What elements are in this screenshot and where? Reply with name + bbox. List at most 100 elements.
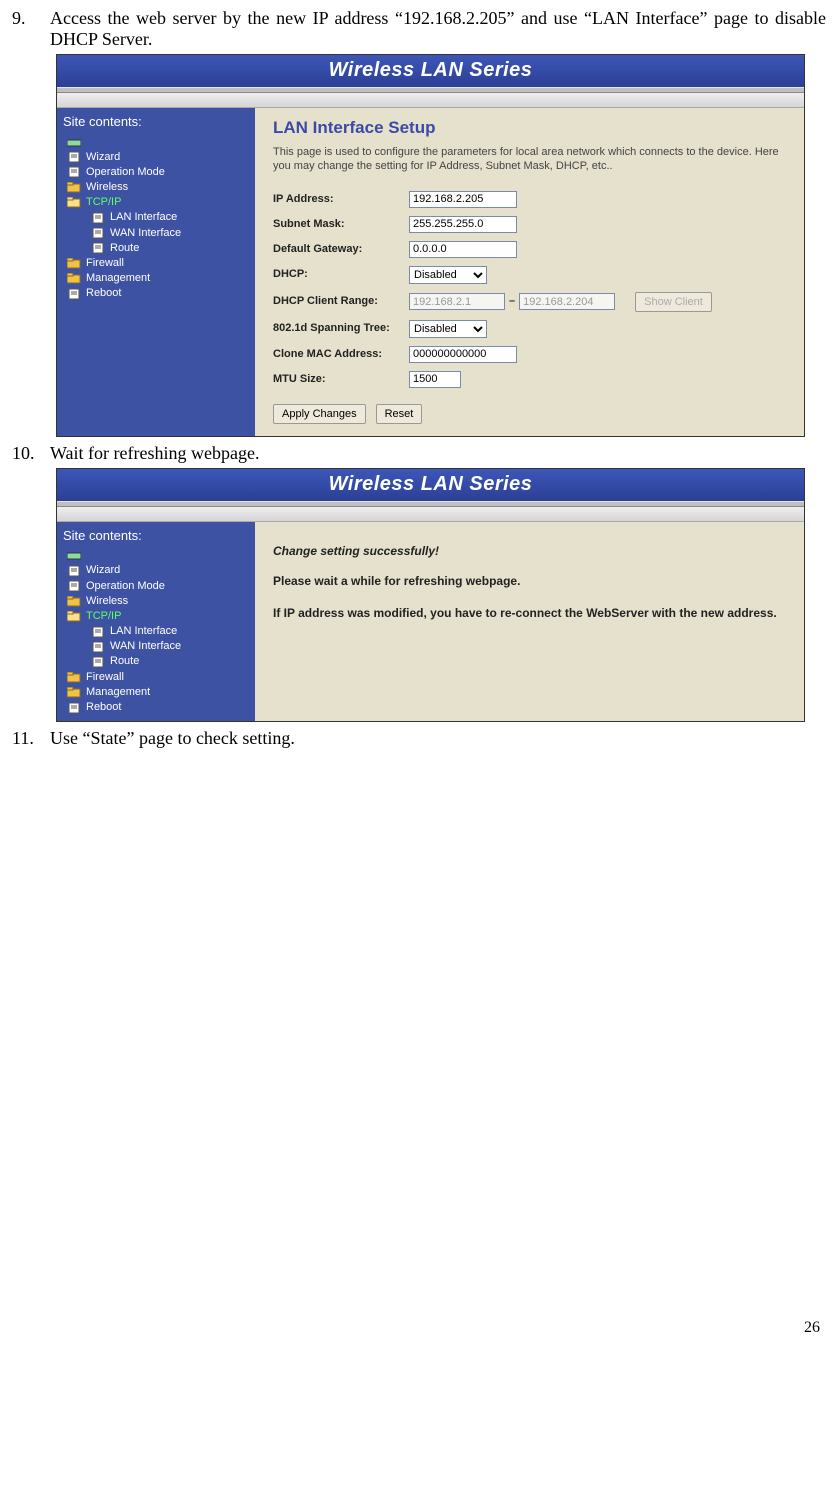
sidebar-item-label: Reboot <box>86 701 121 714</box>
sidebar-item-route[interactable]: Route <box>67 654 251 669</box>
page-heading: LAN Interface Setup <box>273 118 792 138</box>
sidebar-item-wireless[interactable]: Wireless <box>67 180 251 195</box>
content-lan-setup: LAN Interface Setup This page is used to… <box>255 108 804 436</box>
sidebar-item-firewall[interactable]: Firewall <box>67 670 251 685</box>
nav-tree: Wizard Operation Mode Wireless TCP/IP LA… <box>63 549 251 715</box>
toolbar <box>57 507 804 522</box>
step-text-10: Wait for refreshing webpage. <box>50 443 826 464</box>
reset-button[interactable]: Reset <box>376 404 423 424</box>
content-refresh: Change setting successfully! Please wait… <box>255 522 804 721</box>
sidebar-item-tcpip[interactable]: TCP/IP <box>67 609 251 624</box>
page-number: 26 <box>12 1319 826 1337</box>
page-icon <box>67 166 81 178</box>
label-dhcp: DHCP: <box>273 268 409 281</box>
label-gateway: Default Gateway: <box>273 243 409 256</box>
nav-tree: Wizard Operation Mode Wireless TCP/IP LA… <box>63 136 251 302</box>
sidebar-item-management[interactable]: Management <box>67 685 251 700</box>
label-subnet: Subnet Mask: <box>273 218 409 231</box>
sidebar-title: Site contents: <box>63 528 251 544</box>
subnet-mask-input[interactable] <box>409 216 517 233</box>
sidebar-item-reboot[interactable]: Reboot <box>67 700 251 715</box>
folder-icon <box>67 595 81 607</box>
page-icon <box>91 227 105 239</box>
step-number-10: 10. <box>12 443 50 464</box>
dhcp-range-end-input[interactable] <box>519 293 615 310</box>
sidebar-item-label: Operation Mode <box>86 580 165 593</box>
sidebar-item-label: Route <box>110 242 139 255</box>
sidebar-item-label: Firewall <box>86 671 124 684</box>
sidebar-item-label: Management <box>86 272 150 285</box>
sidebar-item-reboot[interactable]: Reboot <box>67 286 251 301</box>
label-ip: IP Address: <box>273 193 409 206</box>
apply-changes-button[interactable]: Apply Changes <box>273 404 366 424</box>
ip-address-input[interactable] <box>409 191 517 208</box>
sidebar: Site contents: Wizard Operation Mode Wir… <box>57 522 255 721</box>
sidebar-item-label: Wizard <box>86 151 120 164</box>
sidebar-item-lan[interactable]: LAN Interface <box>67 624 251 639</box>
step-number-9: 9. <box>12 8 50 29</box>
mtu-size-input[interactable] <box>409 371 461 388</box>
sidebar-item-wireless[interactable]: Wireless <box>67 594 251 609</box>
sidebar-item-opmode[interactable]: Operation Mode <box>67 579 251 594</box>
step-text-9: Access the web server by the new IP addr… <box>50 8 826 50</box>
sidebar-item-label: WAN Interface <box>110 640 181 653</box>
label-clone: Clone MAC Address: <box>273 348 409 361</box>
page-icon <box>91 212 105 224</box>
page-icon <box>91 656 105 668</box>
page-icon <box>67 565 81 577</box>
root-icon <box>67 137 81 149</box>
sidebar-item-firewall[interactable]: Firewall <box>67 256 251 271</box>
range-dash: – <box>509 295 515 308</box>
sidebar-item-label: Route <box>110 655 139 668</box>
sidebar-item-wan[interactable]: WAN Interface <box>67 639 251 654</box>
wait-message: Please wait a while for refreshing webpa… <box>273 574 792 588</box>
folder-icon <box>67 258 81 270</box>
sidebar-item-root[interactable] <box>67 136 251 150</box>
router-title: Wireless LAN Series <box>57 55 804 87</box>
sidebar-item-label: Operation Mode <box>86 166 165 179</box>
label-mtu: MTU Size: <box>273 373 409 386</box>
dhcp-select[interactable]: Disabled <box>409 266 487 284</box>
label-spanning: 802.1d Spanning Tree: <box>273 322 409 335</box>
sidebar-item-label: Reboot <box>86 287 121 300</box>
folder-icon <box>67 671 81 683</box>
sidebar-item-label: LAN Interface <box>110 625 177 638</box>
step-text-11: Use “State” page to check setting. <box>50 728 826 749</box>
folder-open-icon <box>67 197 81 209</box>
folder-icon <box>67 273 81 285</box>
page-icon <box>67 702 81 714</box>
sidebar-item-management[interactable]: Management <box>67 271 251 286</box>
label-range: DHCP Client Range: <box>273 295 409 308</box>
default-gateway-input[interactable] <box>409 241 517 258</box>
sidebar-item-route[interactable]: Route <box>67 241 251 256</box>
sidebar-item-wizard[interactable]: Wizard <box>67 563 251 578</box>
sidebar-item-label: Wizard <box>86 564 120 577</box>
page-icon <box>67 288 81 300</box>
sidebar-item-label: Management <box>86 686 150 699</box>
sidebar-item-wizard[interactable]: Wizard <box>67 150 251 165</box>
sidebar-item-label: Wireless <box>86 595 128 608</box>
router-window-refresh: Wireless LAN Series Site contents: Wizar… <box>56 468 805 722</box>
show-client-button[interactable]: Show Client <box>635 292 712 312</box>
root-icon <box>67 550 81 562</box>
folder-icon <box>67 182 81 194</box>
sidebar-item-root[interactable] <box>67 549 251 563</box>
sidebar-item-opmode[interactable]: Operation Mode <box>67 165 251 180</box>
clone-mac-input[interactable] <box>409 346 517 363</box>
router-title: Wireless LAN Series <box>57 469 804 501</box>
sidebar-item-tcpip[interactable]: TCP/IP <box>67 195 251 210</box>
sidebar-item-label: LAN Interface <box>110 211 177 224</box>
sidebar-item-label: WAN Interface <box>110 227 181 240</box>
page-icon <box>91 626 105 638</box>
sidebar-item-wan[interactable]: WAN Interface <box>67 226 251 241</box>
sidebar: Site contents: Wizard Operation Mode Wir… <box>57 108 255 436</box>
sidebar-item-label: Firewall <box>86 257 124 270</box>
page-description: This page is used to configure the param… <box>273 146 792 172</box>
page-icon <box>67 151 81 163</box>
sidebar-title: Site contents: <box>63 114 251 130</box>
dhcp-range-start-input[interactable] <box>409 293 505 310</box>
sidebar-item-label: TCP/IP <box>86 610 121 623</box>
sidebar-item-lan[interactable]: LAN Interface <box>67 210 251 225</box>
step-number-11: 11. <box>12 728 50 749</box>
spanning-tree-select[interactable]: Disabled <box>409 320 487 338</box>
